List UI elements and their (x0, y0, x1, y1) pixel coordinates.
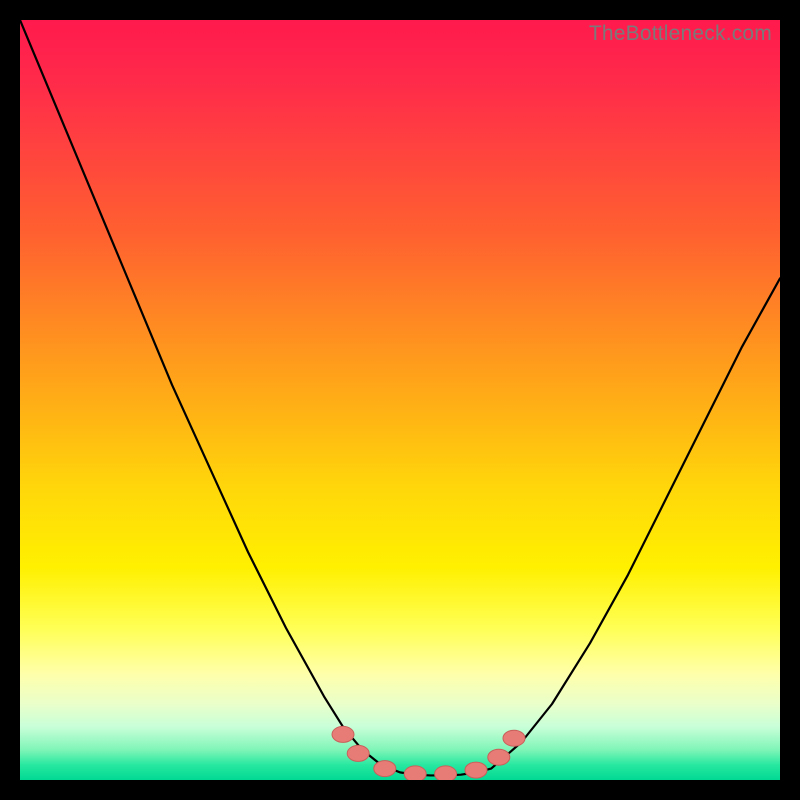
valley-marker (332, 726, 354, 742)
bottleneck-curve (20, 20, 780, 780)
valley-marker (374, 761, 396, 777)
valley-marker (465, 762, 487, 778)
valley-marker (347, 745, 369, 761)
valley-marker (503, 730, 525, 746)
curve-path (20, 20, 780, 775)
valley-marker (488, 749, 510, 765)
chart-frame: TheBottleneck.com (0, 0, 800, 800)
valley-marker (435, 766, 457, 780)
plot-area: TheBottleneck.com (20, 20, 780, 780)
valley-marker-group (332, 726, 525, 780)
valley-marker (404, 766, 426, 780)
